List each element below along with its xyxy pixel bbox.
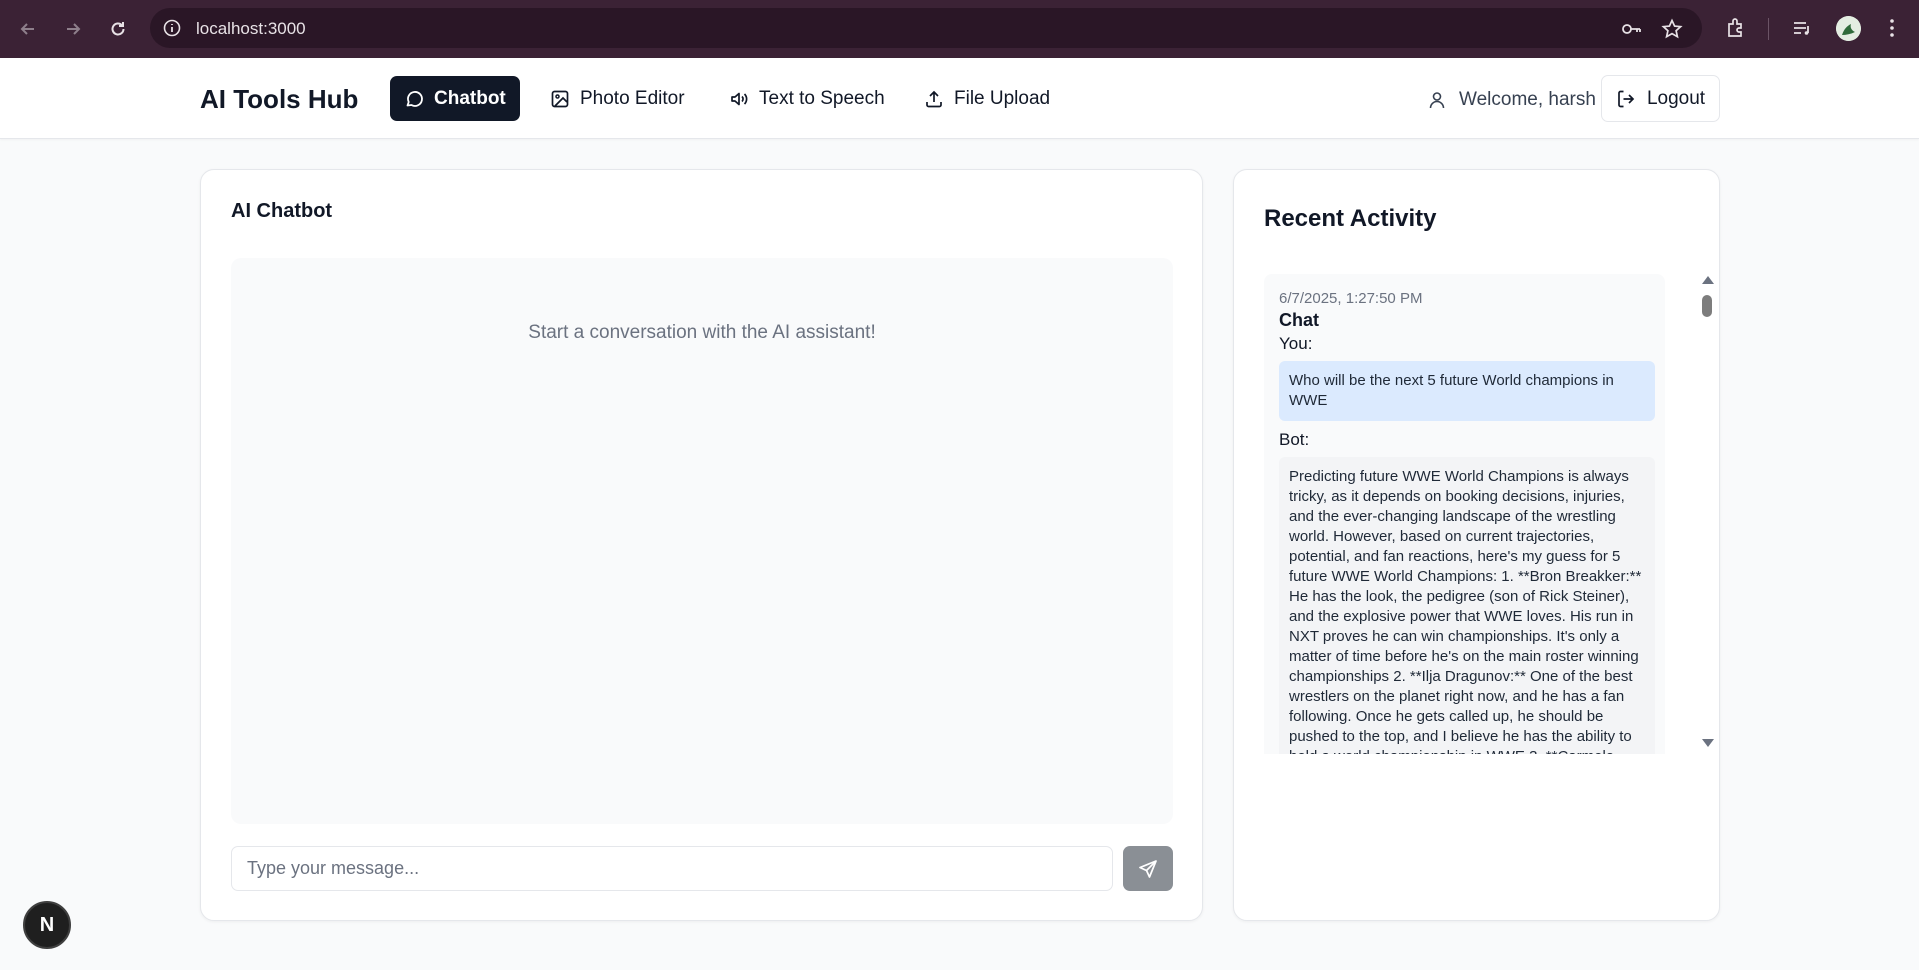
nav-photo-editor-label: Photo Editor [580, 87, 685, 109]
more-menu-icon[interactable] [1880, 16, 1904, 40]
user-message-bubble: Who will be the next 5 future World cham… [1279, 361, 1655, 421]
site-info-icon[interactable] [162, 18, 182, 38]
brand-title: AI Tools Hub [200, 84, 359, 114]
logout-label: Logout [1646, 87, 1706, 109]
scroll-thumb[interactable] [1702, 295, 1712, 317]
empty-chat-message: Start a conversation with the AI assista… [528, 322, 876, 343]
nav-photo-editor[interactable]: Photo Editor [536, 76, 699, 121]
back-icon[interactable] [13, 14, 43, 44]
volume-icon [731, 92, 748, 105]
url-text: localhost:3000 [196, 19, 306, 38]
chatbot-title: AI Chatbot [231, 200, 333, 222]
recent-activity-title: Recent Activity [1264, 205, 1437, 232]
app-header: AI Tools Hub Chatbot Photo Editor Text t… [0, 58, 1919, 139]
activity-scrollbar[interactable] [1700, 276, 1714, 750]
profile-avatar-icon[interactable] [1836, 16, 1861, 41]
chat-messages-area: Start a conversation with the AI assista… [231, 258, 1173, 824]
image-icon [551, 90, 569, 107]
address-bar[interactable]: localhost:3000 [150, 8, 1702, 48]
welcome-user: Welcome, harsh [1427, 89, 1596, 111]
send-button[interactable] [1123, 846, 1173, 891]
nav-text-to-speech[interactable]: Text to Speech [715, 76, 899, 121]
nav-file-upload[interactable]: File Upload [910, 76, 1064, 121]
user-icon [1429, 92, 1445, 109]
scroll-up-arrow-icon[interactable] [1702, 276, 1714, 284]
logout-button[interactable]: Logout [1601, 75, 1720, 122]
reload-icon[interactable] [103, 14, 133, 44]
nextjs-dev-badge[interactable]: N [23, 901, 71, 949]
activity-timestamp: 6/7/2025, 1:27:50 PM [1279, 290, 1423, 307]
nav-file-upload-label: File Upload [954, 87, 1051, 109]
activity-item: 6/7/2025, 1:27:50 PM Chat You: Who will … [1279, 290, 1655, 754]
send-icon [1139, 859, 1157, 878]
bot-label: Bot: [1279, 430, 1310, 449]
activity-type: Chat [1279, 310, 1319, 330]
recent-activity-card: Recent Activity 6/7/2025, 1:27:50 PM Cha… [1233, 169, 1720, 921]
bookmark-star-icon[interactable] [1661, 18, 1683, 40]
bot-message-bubble: Predicting future WWE World Champions is… [1279, 457, 1655, 754]
toolbar-divider [1768, 18, 1769, 40]
chatbot-card: AI Chatbot Start a conversation with the… [200, 169, 1203, 921]
you-label: You: [1279, 334, 1313, 353]
browser-toolbar: localhost:3000 [0, 0, 1919, 58]
logout-icon [1618, 90, 1635, 107]
media-controls-icon[interactable] [1790, 16, 1814, 40]
nav-text-to-speech-label: Text to Speech [759, 87, 885, 109]
nav-chatbot[interactable]: Chatbot [390, 76, 520, 121]
nav-chatbot-label: Chatbot [434, 87, 506, 109]
upload-icon [926, 90, 942, 107]
forward-icon[interactable] [58, 14, 88, 44]
welcome-text: Welcome, harsh [1459, 89, 1596, 110]
activity-list[interactable]: 6/7/2025, 1:27:50 PM Chat You: Who will … [1264, 274, 1665, 754]
message-input[interactable] [231, 846, 1113, 891]
password-key-icon[interactable] [1620, 18, 1642, 40]
scroll-down-arrow-icon[interactable] [1702, 739, 1714, 747]
message-circle-icon [406, 90, 423, 107]
extensions-icon[interactable] [1724, 16, 1748, 40]
